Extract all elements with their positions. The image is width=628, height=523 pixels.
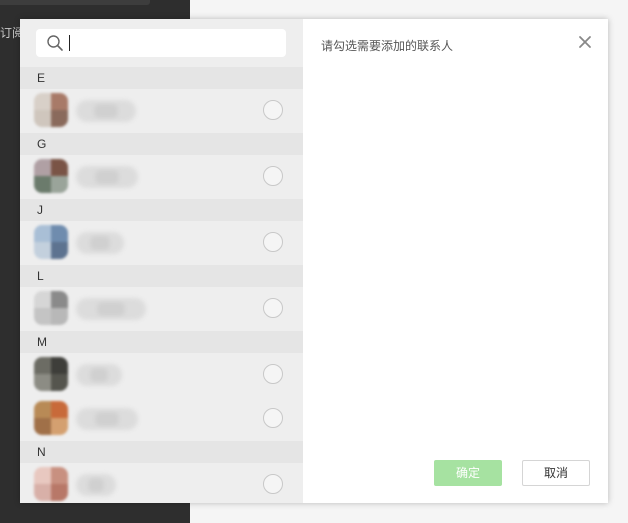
avatar bbox=[34, 159, 68, 193]
avatar bbox=[34, 93, 68, 127]
contact-name-blurred bbox=[76, 474, 116, 496]
search-input[interactable] bbox=[36, 29, 286, 57]
confirm-button[interactable]: 确定 bbox=[434, 460, 502, 486]
contact-name-blurred bbox=[76, 166, 138, 188]
contact-row[interactable] bbox=[20, 397, 303, 441]
contact-name-blurred bbox=[76, 232, 124, 254]
avatar bbox=[34, 225, 68, 259]
contact-name-blurred bbox=[76, 364, 122, 386]
contact-name-blurred bbox=[76, 100, 136, 122]
select-radio[interactable] bbox=[263, 298, 283, 318]
cancel-button[interactable]: 取消 bbox=[522, 460, 590, 486]
contact-name-blurred bbox=[76, 298, 146, 320]
select-radio[interactable] bbox=[263, 408, 283, 428]
contact-list: E G J L M N bbox=[20, 67, 303, 503]
group-header: N bbox=[20, 441, 303, 463]
contact-row[interactable] bbox=[20, 89, 303, 133]
select-radio[interactable] bbox=[263, 232, 283, 252]
text-cursor bbox=[69, 35, 70, 51]
select-radio[interactable] bbox=[263, 364, 283, 384]
contact-row[interactable] bbox=[20, 221, 303, 265]
close-icon[interactable] bbox=[576, 33, 594, 51]
group-header: M bbox=[20, 331, 303, 353]
avatar bbox=[34, 291, 68, 325]
contact-row[interactable] bbox=[20, 155, 303, 199]
dialog-title: 请勾选需要添加的联系人 bbox=[321, 39, 454, 53]
select-radio[interactable] bbox=[263, 166, 283, 186]
contact-row[interactable] bbox=[20, 463, 303, 503]
selected-contacts-pane: 请勾选需要添加的联系人 确定 取消 bbox=[303, 19, 608, 503]
avatar bbox=[34, 357, 68, 391]
contact-name-blurred bbox=[76, 408, 138, 430]
add-contacts-dialog: E G J L M N 请勾选需要添加的联系人 确定 取消 bbox=[20, 19, 608, 503]
search-icon bbox=[47, 35, 63, 51]
group-header: G bbox=[20, 133, 303, 155]
group-header: E bbox=[20, 67, 303, 89]
contact-row[interactable] bbox=[20, 353, 303, 397]
group-header: J bbox=[20, 199, 303, 221]
avatar bbox=[34, 467, 68, 501]
select-radio[interactable] bbox=[263, 474, 283, 494]
group-header: L bbox=[20, 265, 303, 287]
contact-picker-pane: E G J L M N bbox=[20, 19, 303, 503]
app-search-bar[interactable] bbox=[0, 0, 150, 5]
avatar bbox=[34, 401, 68, 435]
contact-row[interactable] bbox=[20, 287, 303, 331]
select-radio[interactable] bbox=[263, 100, 283, 120]
